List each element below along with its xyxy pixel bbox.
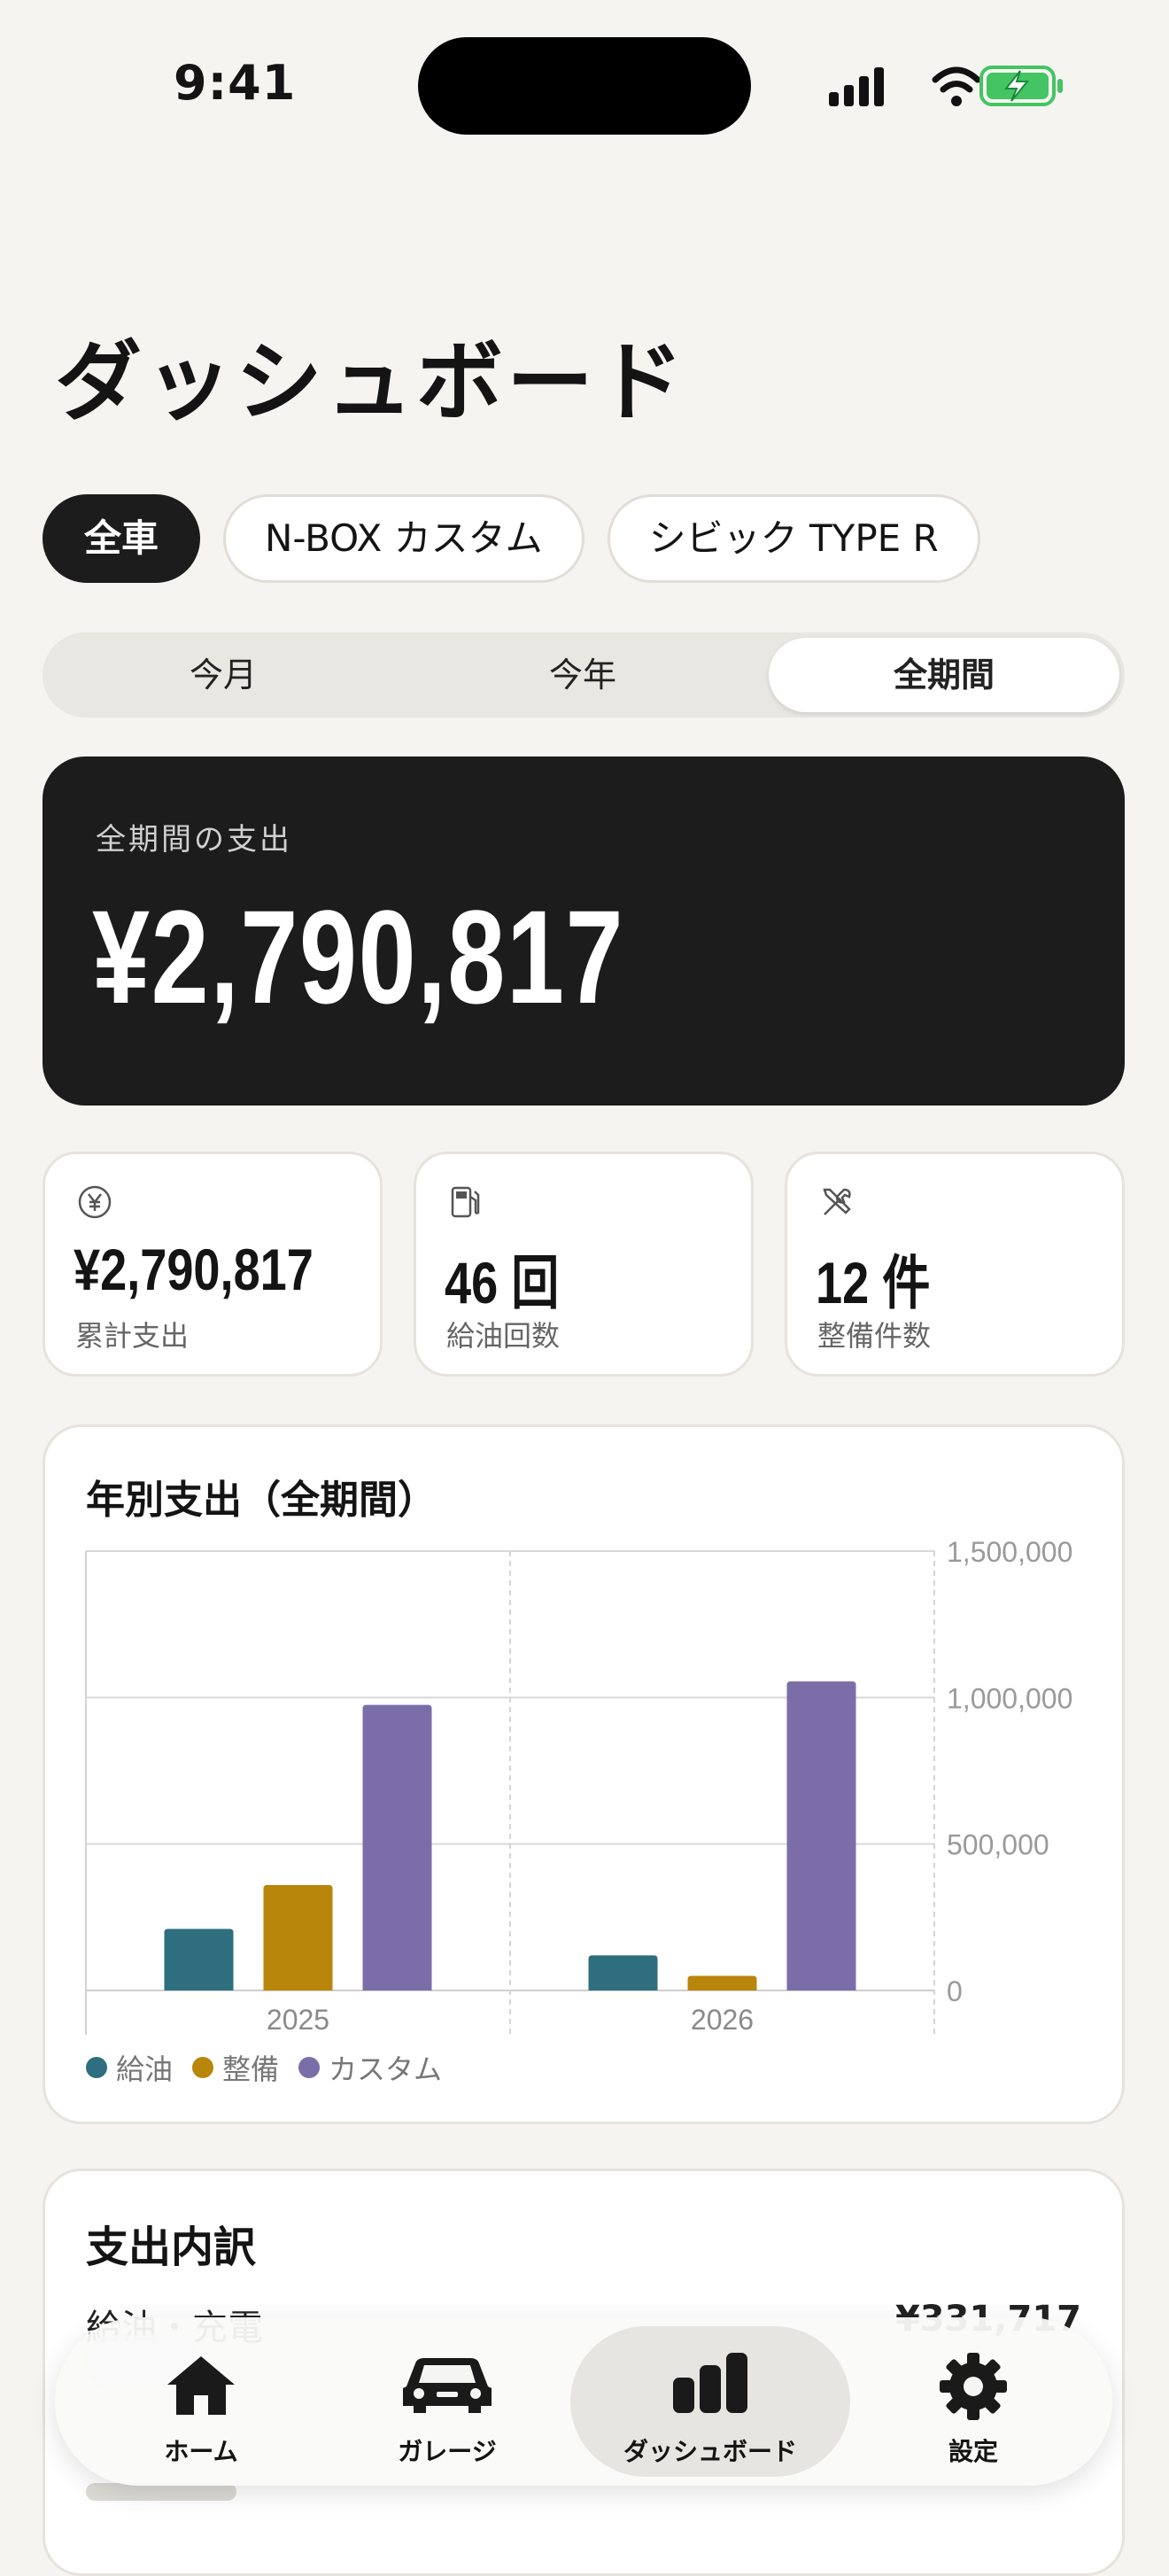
vehicle-filter-chips: 全車 N-BOX カスタム シビック TYPE R	[43, 494, 980, 583]
battery-icon	[979, 66, 1063, 106]
tab-label: 設定	[948, 2437, 998, 2466]
total-spend-card: 全期間の支出 ¥2,790,817	[43, 757, 1125, 1106]
legend-swatch	[298, 2057, 321, 2078]
x-tick-label: 2026	[691, 2004, 754, 2036]
bar-chart-icon	[673, 2353, 747, 2413]
home-icon	[167, 2356, 235, 2415]
tab-dashboard[interactable]: ダッシュボード	[570, 2326, 850, 2477]
fuel-pump-icon	[451, 1186, 480, 1218]
status-bar: 9:41	[0, 0, 1169, 168]
total-spend-label: 全期間の支出	[96, 822, 292, 857]
stat-card-total-spend[interactable]: ¥2,790,817 累計支出	[43, 1152, 383, 1377]
legend-label: 整備	[222, 2052, 280, 2086]
period-segmented-control: 今月 今年 全期間	[43, 632, 1125, 718]
stat-value: 46 回	[445, 1250, 560, 1315]
gear-icon	[940, 2353, 1007, 2420]
status-time: 9:41	[174, 55, 297, 111]
legend-label: カスタム	[329, 2052, 443, 2086]
segment-this-year[interactable]: 今年	[407, 638, 758, 712]
chip-civic-type-r[interactable]: シビック TYPE R	[607, 494, 980, 583]
legend-swatch	[192, 2057, 214, 2078]
x-tick-label: 2025	[267, 2004, 329, 2036]
breakdown-progress-bar	[86, 2483, 236, 2501]
bar-給油-2026	[588, 1955, 658, 1990]
bar-整備-2026	[687, 1975, 757, 1990]
bar-整備-2025	[263, 1884, 333, 1990]
dynamic-island	[418, 37, 751, 135]
bar-カスタム-2026	[786, 1681, 856, 1990]
y-tick-label: 1,500,000	[947, 1536, 1072, 1568]
y-tick-label: 0	[947, 1975, 963, 2007]
chart-legend: 給油 整備 カスタム	[86, 2047, 442, 2088]
bottom-tab-bar: ホーム ガレージ ダッシュボード 設定	[55, 2317, 1112, 2486]
page-title: ダッシュボード	[55, 332, 688, 433]
stat-value: ¥2,790,817	[74, 1237, 314, 1302]
breakdown-title: 支出内訳	[86, 2223, 257, 2272]
tab-garage[interactable]: ガレージ	[337, 2326, 558, 2477]
segment-this-month[interactable]: 今月	[48, 638, 399, 712]
stat-label: 累計支出	[75, 1319, 190, 1353]
legend-swatch	[86, 2057, 107, 2078]
segment-all-time[interactable]: 全期間	[769, 638, 1119, 712]
tab-home[interactable]: ホーム	[90, 2326, 312, 2477]
total-spend-value: ¥2,790,817	[92, 882, 625, 1031]
chip-all-vehicles[interactable]: 全車	[43, 494, 201, 583]
bar-給油-2025	[164, 1928, 234, 1990]
stat-card-maintenance-count[interactable]: 12 件 整備件数	[785, 1152, 1125, 1377]
yearly-spend-chart-card: 年別支出（全期間） 0 500,000 1,000,000 1,500,000 2025…	[43, 1424, 1125, 2124]
yen-icon	[78, 1185, 112, 1219]
legend-label: 給油	[116, 2052, 174, 2086]
legend-item-custom: カスタム	[298, 2047, 442, 2088]
signal-icon	[829, 67, 884, 106]
wifi-icon	[932, 66, 981, 106]
tab-label: ホーム	[164, 2437, 238, 2466]
y-tick-label: 1,000,000	[947, 1682, 1072, 1714]
y-tick-label: 500,000	[947, 1829, 1049, 1861]
tab-label: ダッシュボード	[623, 2437, 797, 2466]
status-icons	[829, 66, 1063, 106]
chip-nbox-custom[interactable]: N-BOX カスタム	[223, 494, 584, 583]
car-icon	[403, 2358, 492, 2413]
tools-icon	[823, 1188, 851, 1215]
legend-item-maintenance: 整備	[192, 2047, 279, 2088]
bar-カスタム-2025	[362, 1704, 432, 1990]
legend-item-fuel: 給油	[86, 2047, 173, 2088]
stat-label: 給油回数	[446, 1319, 561, 1353]
stat-label: 整備件数	[817, 1319, 932, 1353]
tab-label: ガレージ	[398, 2437, 497, 2466]
yearly-spend-bar-chart: 0 500,000 1,000,000 1,500,000 2025 2026	[85, 1536, 1072, 2036]
stat-value: 12 件	[816, 1250, 931, 1315]
stat-card-refuel-count[interactable]: 46 回 給油回数	[414, 1152, 754, 1377]
tab-settings[interactable]: 設定	[863, 2326, 1084, 2477]
